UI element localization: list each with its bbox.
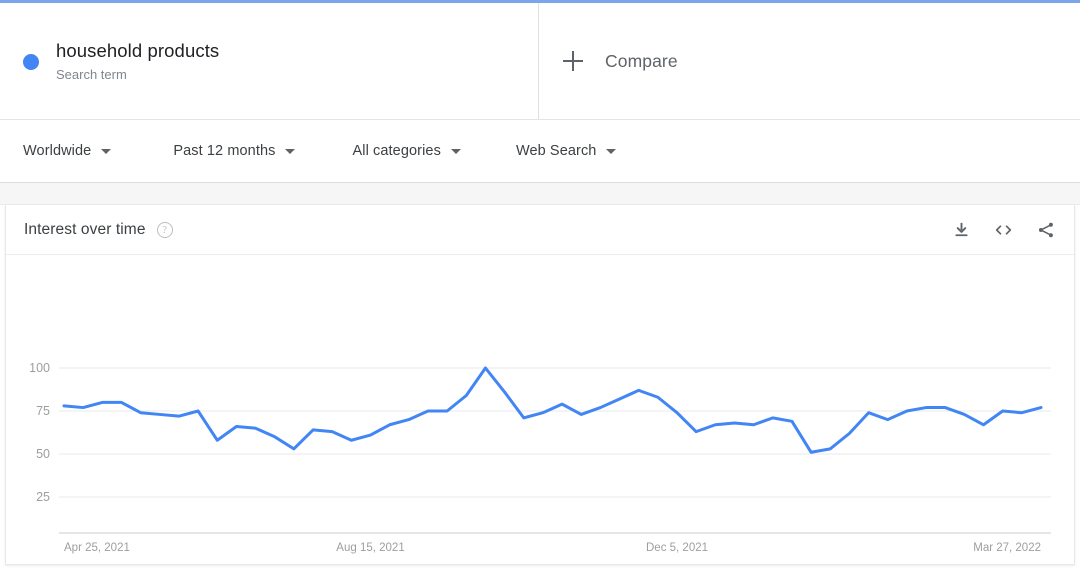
filter-bar: Worldwide Past 12 months All categories … [0, 120, 1080, 183]
y-axis-tick-label: 100 [29, 361, 50, 375]
y-axis-tick-label: 75 [36, 404, 50, 418]
chevron-down-icon [285, 148, 296, 154]
x-axis-tick-label: Apr 25, 2021 [64, 542, 130, 554]
search-term-card[interactable]: household products Search term [0, 3, 539, 119]
filter-location-label: Worldwide [23, 143, 92, 159]
section-gutter [0, 183, 1080, 205]
search-terms-row: household products Search term Compare [0, 3, 1080, 120]
card-header: Interest over time ? [6, 205, 1074, 255]
compare-button[interactable]: Compare [539, 3, 1080, 119]
search-term-title: household products [56, 39, 220, 61]
x-axis-tick-label: Aug 15, 2021 [336, 542, 404, 554]
interest-over-time-chart[interactable]: 25 50 75 100 Apr 25, 2021 Aug 15, 2021 Dec 5, … [6, 255, 1074, 564]
y-axis-tick-label: 25 [36, 490, 50, 504]
card-actions [952, 220, 1056, 239]
embed-code-icon[interactable] [993, 220, 1014, 239]
chart-svg: 25 50 75 100 Apr 25, 2021 Aug 15, 2021 Dec 5, … [29, 361, 1051, 554]
x-axis-tick-label: Dec 5, 2021 [646, 542, 708, 554]
page-title: Interest over time [24, 220, 146, 238]
search-term-subtitle: Search term [56, 66, 127, 82]
filter-search-type[interactable]: Web Search [516, 120, 617, 182]
google-trends-page: household products Search term Compare W… [0, 0, 1080, 570]
plus-icon [563, 51, 583, 71]
download-icon[interactable] [952, 220, 971, 239]
chevron-down-icon [101, 148, 112, 154]
filter-search-type-label: Web Search [515, 143, 597, 159]
filter-time-range[interactable]: Past 12 months [173, 120, 296, 182]
filter-category[interactable]: All categories [352, 120, 461, 182]
filter-category-label: All categories [352, 143, 441, 159]
chevron-down-icon [450, 148, 461, 154]
compare-label: Compare [605, 50, 678, 71]
filter-time-range-label: Past 12 months [173, 143, 276, 159]
chart-line-series [62, 366, 1043, 454]
interest-over-time-card: Interest over time ? 25 50 75 100 Apr 25… [5, 205, 1075, 565]
y-axis-tick-label: 50 [36, 447, 50, 461]
chevron-down-icon [606, 148, 617, 154]
help-circle-icon[interactable]: ? [156, 222, 173, 238]
x-axis-tick-label: Mar 27, 2022 [973, 542, 1041, 554]
series-color-dot [23, 54, 39, 70]
share-icon[interactable] [1036, 220, 1056, 239]
search-term-text: household products Search term [56, 38, 219, 85]
filter-location[interactable]: Worldwide [23, 120, 112, 182]
